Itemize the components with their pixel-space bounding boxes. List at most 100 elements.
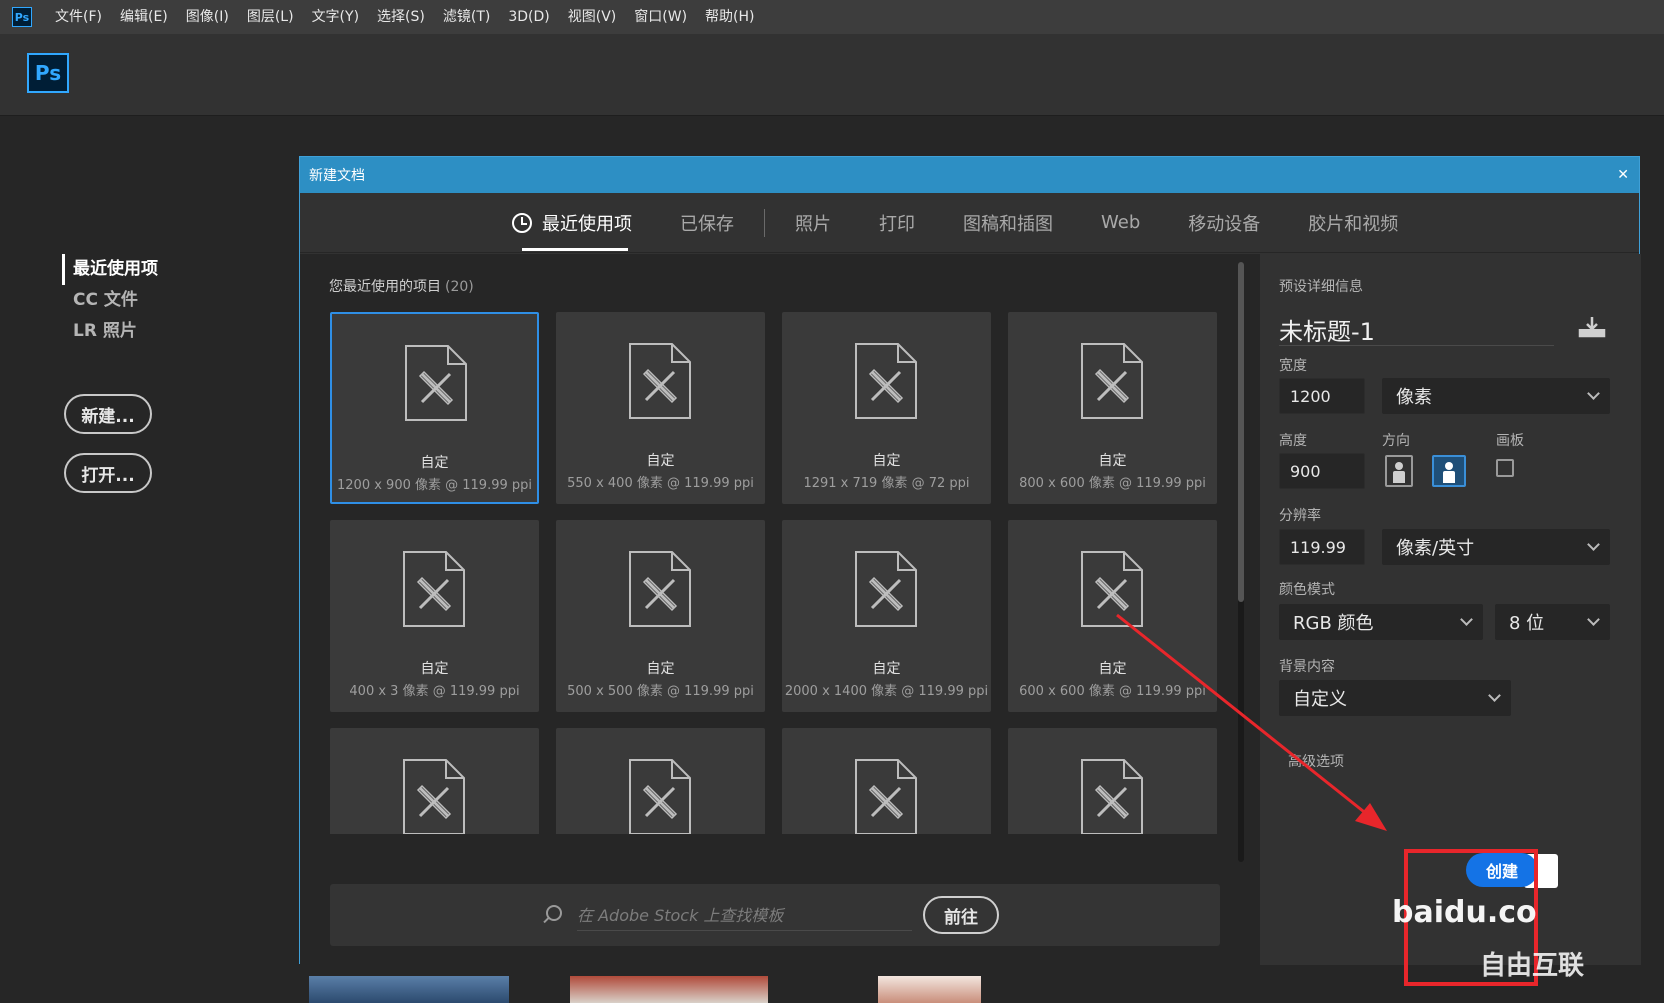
tab-film-video[interactable]: 胶片和视频 — [1284, 193, 1422, 253]
document-preset-icon — [1081, 343, 1143, 419]
menu-help[interactable]: 帮助(H) — [696, 0, 763, 34]
dialog-title-bar: 新建文档 ✕ — [300, 157, 1639, 193]
recent-file-thumbnail[interactable] — [570, 976, 768, 1003]
preset-grid: 自定 1200 x 900 像素 @ 119.99 ppi 自定 550 x 400 … — [330, 312, 1230, 834]
preset-card[interactable]: 自定 1291 x 719 像素 @ 72 ppi — [782, 312, 991, 504]
preset-details-label: 预设详细信息 — [1279, 279, 1363, 295]
preset-tabs: 最近使用项 已保存 照片 打印 图稿和插图 Web 移动设备 胶片和视频 — [300, 193, 1639, 253]
recent-items-title: 您最近使用的项目 — [329, 279, 441, 295]
preset-name: 自定 — [872, 661, 901, 677]
preset-card[interactable]: 自定 1200 x 900 像素 @ 119.99 ppi — [330, 312, 539, 504]
menu-file[interactable]: 文件(F) — [46, 0, 111, 34]
preset-name: 自定 — [646, 661, 675, 677]
preset-card[interactable] — [556, 728, 765, 834]
menu-type[interactable]: 文字(Y) — [303, 0, 368, 34]
color-mode-label: 颜色模式 — [1279, 582, 1335, 598]
recent-items-count: (20) — [445, 279, 474, 295]
height-input[interactable]: 900 — [1279, 453, 1365, 489]
menu-layer[interactable]: 图层(L) — [238, 0, 303, 34]
bit-depth-select[interactable]: 8 位 — [1495, 604, 1610, 640]
menu-3d[interactable]: 3D(D) — [499, 0, 558, 34]
document-preset-icon — [403, 759, 465, 834]
clock-icon — [512, 212, 532, 233]
search-icon — [546, 905, 562, 921]
preset-name: 自定 — [1098, 453, 1127, 469]
width-label: 宽度 — [1279, 358, 1307, 374]
tab-saved[interactable]: 已保存 — [656, 193, 758, 253]
preset-name: 自定 — [420, 661, 449, 677]
width-unit-select[interactable]: 像素 — [1382, 378, 1610, 414]
preset-size: 400 x 3 像素 @ 119.99 ppi — [349, 684, 520, 699]
tab-art-illustration[interactable]: 图稿和插图 — [939, 193, 1077, 253]
open-button[interactable]: 打开... — [64, 453, 152, 493]
document-preset-icon — [405, 345, 467, 421]
tab-photo[interactable]: 照片 — [771, 193, 855, 253]
tab-mobile[interactable]: 移动设备 — [1164, 193, 1284, 253]
close-icon[interactable]: ✕ — [1617, 164, 1629, 186]
preset-size: 1200 x 900 像素 @ 119.99 ppi — [337, 478, 532, 493]
tab-label: 最近使用项 — [542, 213, 632, 235]
new-button[interactable]: 新建... — [64, 394, 152, 434]
preset-card[interactable] — [330, 728, 539, 834]
go-button[interactable]: 前往 — [923, 896, 999, 934]
preset-size: 800 x 600 像素 @ 119.99 ppi — [1019, 476, 1206, 491]
tab-recent[interactable]: 最近使用项 — [488, 193, 656, 253]
height-label: 高度 — [1279, 433, 1307, 449]
photoshop-app-icon: Ps — [12, 7, 32, 27]
artboard-label: 画板 — [1496, 433, 1524, 449]
resolution-unit-value: 像素/英寸 — [1396, 538, 1475, 559]
menu-window[interactable]: 窗口(W) — [625, 0, 696, 34]
preset-size: 1291 x 719 像素 @ 72 ppi — [803, 476, 970, 491]
preset-size: 550 x 400 像素 @ 119.99 ppi — [567, 476, 754, 491]
menu-image[interactable]: 图像(I) — [177, 0, 238, 34]
recent-items-heading: 您最近使用的项目 (20) — [329, 276, 474, 296]
menu-filter[interactable]: 滤镜(T) — [434, 0, 499, 34]
artboard-checkbox[interactable] — [1496, 459, 1514, 477]
resolution-input[interactable]: 119.99 — [1279, 529, 1365, 565]
preset-card[interactable]: 自定 550 x 400 像素 @ 119.99 ppi — [556, 312, 765, 504]
portrait-orientation-button[interactable] — [1385, 455, 1413, 487]
menu-view[interactable]: 视图(V) — [559, 0, 626, 34]
chevron-down-icon — [1488, 689, 1501, 702]
tab-web[interactable]: Web — [1077, 193, 1164, 253]
resolution-unit-select[interactable]: 像素/英寸 — [1382, 529, 1610, 565]
preset-name: 自定 — [420, 455, 449, 471]
sidebar-item-cc-files[interactable]: CC 文件 — [62, 285, 158, 316]
watermark-text: baidu.co — [1392, 895, 1537, 930]
landscape-orientation-button[interactable] — [1432, 455, 1466, 487]
document-preset-icon — [629, 551, 691, 627]
tab-print[interactable]: 打印 — [855, 193, 939, 253]
orientation-label: 方向 — [1382, 433, 1410, 449]
chevron-down-icon — [1587, 538, 1600, 551]
menu-bar: Ps 文件(F) 编辑(E) 图像(I) 图层(L) 文字(Y) 选择(S) 滤… — [0, 0, 1664, 34]
document-preset-icon — [629, 759, 691, 834]
stock-search-input[interactable] — [577, 901, 912, 931]
preset-content: 您最近使用的项目 (20) 自定 1200 x 900 像素 @ 119.99 pp… — [300, 254, 1259, 965]
document-preset-icon — [403, 551, 465, 627]
preset-card[interactable]: 自定 400 x 3 像素 @ 119.99 ppi — [330, 520, 539, 712]
document-preset-icon — [855, 759, 917, 834]
preset-card[interactable]: 自定 800 x 600 像素 @ 119.99 ppi — [1008, 312, 1217, 504]
person-icon — [1445, 462, 1453, 470]
preset-size: 500 x 500 像素 @ 119.99 ppi — [567, 684, 754, 699]
chevron-down-icon — [1587, 613, 1600, 626]
preset-card[interactable] — [782, 728, 991, 834]
recent-file-thumbnail[interactable] — [878, 976, 981, 1003]
sidebar-item-recent[interactable]: 最近使用项 — [62, 254, 158, 285]
scrollbar-thumb[interactable] — [1238, 262, 1244, 602]
app-header: Ps — [0, 34, 1664, 116]
document-preset-icon — [855, 551, 917, 627]
preset-name: 自定 — [646, 453, 675, 469]
document-name-field[interactable]: 未标题-1 — [1279, 312, 1554, 346]
width-input[interactable]: 1200 — [1279, 378, 1365, 414]
document-preset-icon — [855, 343, 917, 419]
sidebar-item-lr-photos[interactable]: LR 照片 — [62, 316, 158, 347]
preset-card[interactable]: 自定 500 x 500 像素 @ 119.99 ppi — [556, 520, 765, 712]
recent-file-thumbnail[interactable] — [309, 976, 509, 1003]
menu-edit[interactable]: 编辑(E) — [111, 0, 177, 34]
chevron-down-icon — [1460, 613, 1473, 626]
save-preset-icon[interactable] — [1578, 316, 1606, 338]
photoshop-logo: Ps — [27, 53, 69, 93]
preset-card[interactable]: 自定 2000 x 1400 像素 @ 119.99 ppi — [782, 520, 991, 712]
menu-select[interactable]: 选择(S) — [368, 0, 434, 34]
